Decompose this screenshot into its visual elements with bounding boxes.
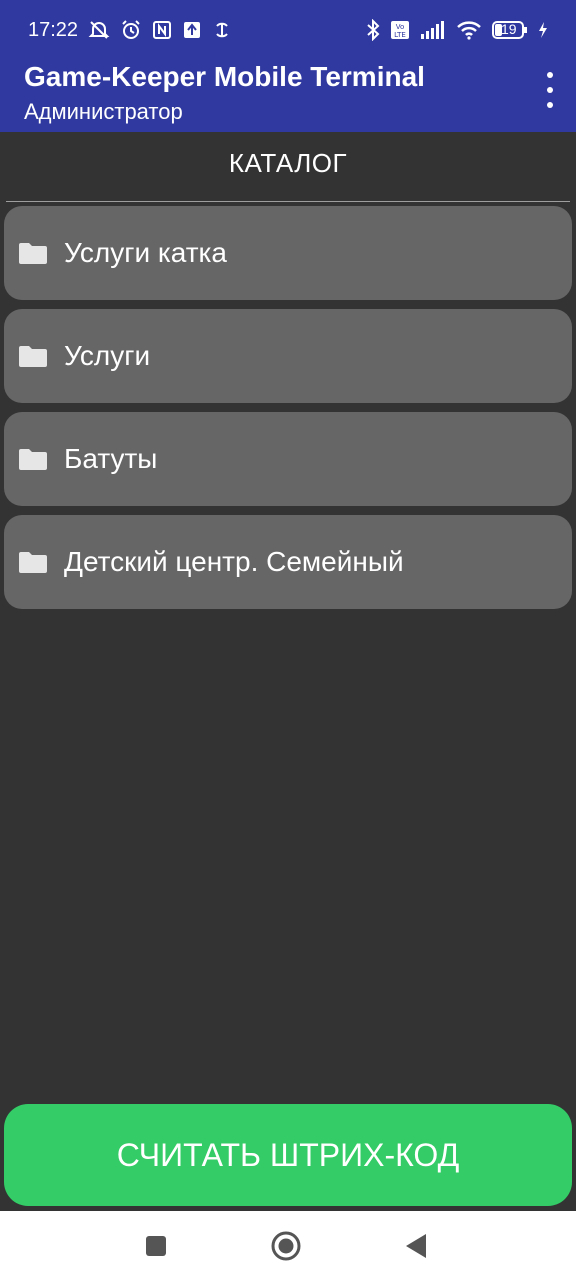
divider <box>6 201 570 202</box>
catalog-item-label: Батуты <box>64 443 158 474</box>
folder-icon <box>18 446 50 472</box>
app-bar: 17:22 Vo LTE 19 Game-Keeper Mobile Termi… <box>0 0 576 132</box>
catalog-item-label: Услуги <box>64 340 151 371</box>
app-title: Game-Keeper Mobile Terminal <box>24 61 425 92</box>
volte-icon: Vo LTE <box>390 20 410 40</box>
bluetooth-icon <box>366 19 380 41</box>
folder-icon <box>18 549 50 575</box>
catalog-list: Услуги катка Услуги Батуты Детский центр… <box>4 206 572 618</box>
battery-level: 19 <box>501 21 517 37</box>
scan-barcode-button[interactable]: СЧИТАТЬ ШТРИХ-КОД <box>4 1104 572 1206</box>
nfc-icon <box>152 20 172 40</box>
alarm-icon <box>120 19 142 41</box>
charging-icon <box>538 21 548 39</box>
sync-icon <box>212 20 232 40</box>
status-bar: 17:22 Vo LTE 19 <box>0 0 576 60</box>
catalog-item-rink-services[interactable]: Услуги катка <box>4 206 572 300</box>
catalog-item-label: Детский центр. Семейный <box>64 546 404 577</box>
catalog-item-services[interactable]: Услуги <box>4 309 572 403</box>
catalog-item-kids-center[interactable]: Детский центр. Семейный <box>4 515 572 609</box>
battery-icon: 19 <box>492 20 528 40</box>
status-time: 17:22 <box>28 18 79 41</box>
recent-apps-icon[interactable] <box>126 1211 186 1280</box>
svg-text:LTE: LTE <box>394 31 406 39</box>
wifi-icon <box>456 20 482 40</box>
signal-icon <box>420 20 446 40</box>
svg-text:Vo: Vo <box>396 23 405 31</box>
more-vertical-icon[interactable] <box>542 72 558 108</box>
app-subtitle: Администратор <box>24 99 183 124</box>
catalog-item-label: Услуги катка <box>64 237 227 268</box>
back-icon[interactable] <box>386 1211 446 1280</box>
catalog-item-trampolines[interactable]: Батуты <box>4 412 572 506</box>
navigation-bar <box>0 1211 576 1280</box>
folder-icon <box>18 343 50 369</box>
folder-icon <box>18 240 50 266</box>
upload-icon <box>182 20 202 40</box>
muted-bell-icon <box>88 19 110 41</box>
home-icon[interactable] <box>256 1211 316 1280</box>
catalog-title: КАТАЛОГ <box>228 148 348 178</box>
